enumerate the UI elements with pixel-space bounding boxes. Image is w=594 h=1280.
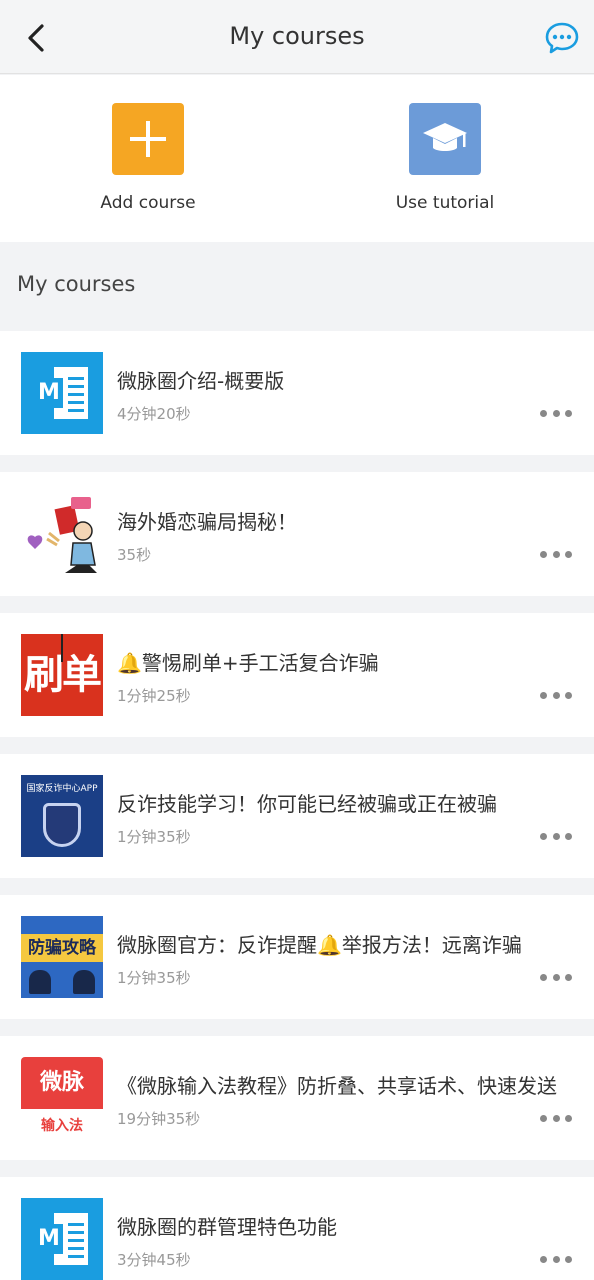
list-item[interactable]: M 微脉圈介绍-概要版 4分钟20秒: [0, 331, 594, 455]
word-doc-icon: M: [21, 1198, 103, 1280]
section-title: My courses: [17, 272, 136, 296]
more-options-icon[interactable]: [540, 1249, 572, 1269]
chat-bubble-icon[interactable]: [544, 20, 580, 56]
course-duration: 1分钟25秒: [117, 687, 191, 705]
anti-scam-guide-thumbnail: 防骗攻略: [21, 916, 103, 998]
plus-icon: [112, 103, 184, 175]
more-options-icon[interactable]: [540, 685, 572, 705]
course-title: 微脉圈的群管理特色功能: [117, 1215, 337, 1239]
course-list: M 微脉圈介绍-概要版 4分钟20秒 海外婚恋骗局揭秘！ 35秒 刷单 🔔警惕刷…: [0, 331, 594, 1280]
course-duration: 1分钟35秒: [117, 969, 191, 987]
thumb-caption: 防骗攻略: [21, 934, 103, 962]
list-item[interactable]: 刷单 🔔警惕刷单+手工活复合诈骗 1分钟25秒: [0, 613, 594, 737]
list-item[interactable]: 国家反诈中心APP 反诈技能学习！你可能已经被骗或正在被骗 1分钟35秒: [0, 754, 594, 878]
add-course-button[interactable]: Add course: [68, 103, 228, 213]
input-method-thumbnail: 微脉 输入法: [21, 1057, 103, 1139]
use-tutorial-label: Use tutorial: [395, 193, 495, 213]
list-item[interactable]: 海外婚恋骗局揭秘！ 35秒: [0, 472, 594, 596]
more-options-icon[interactable]: [540, 1108, 572, 1128]
fraud-thumbnail: 刷单: [21, 634, 103, 716]
course-title: 微脉圈介绍-概要版: [117, 369, 285, 393]
course-title: 微脉圈官方：反诈提醒🔔举报方法！远离诈骗: [117, 933, 522, 957]
more-options-icon[interactable]: [540, 544, 572, 564]
course-duration: 35秒: [117, 546, 152, 564]
course-duration: 4分钟20秒: [117, 405, 191, 423]
course-title: 海外婚恋骗局揭秘！: [117, 510, 297, 534]
shield-icon: [43, 803, 81, 847]
course-duration: 19分钟35秒: [117, 1110, 201, 1128]
add-course-label: Add course: [100, 193, 196, 213]
graduation-cap-icon: [409, 103, 481, 175]
course-duration: 1分钟35秒: [117, 828, 191, 846]
list-item[interactable]: M 微脉圈的群管理特色功能 3分钟45秒: [0, 1177, 594, 1280]
more-options-icon[interactable]: [540, 967, 572, 987]
course-duration: 3分钟45秒: [117, 1251, 191, 1269]
course-title: 🔔警惕刷单+手工活复合诈骗: [117, 651, 379, 675]
word-doc-icon: M: [21, 352, 103, 434]
thumb-caption: 国家反诈中心APP: [26, 784, 98, 794]
more-options-icon[interactable]: [540, 403, 572, 423]
page-title: My courses: [229, 22, 365, 50]
list-item[interactable]: 防骗攻略 微脉圈官方：反诈提醒🔔举报方法！远离诈骗 1分钟35秒: [0, 895, 594, 1019]
more-options-icon[interactable]: [540, 826, 572, 846]
cartoon-thumbnail: [21, 493, 103, 575]
course-title: 反诈技能学习！你可能已经被骗或正在被骗: [117, 792, 497, 816]
use-tutorial-button[interactable]: Use tutorial: [365, 103, 525, 213]
top-bar: My courses: [0, 0, 594, 74]
quick-actions: Add course Use tutorial: [0, 75, 594, 242]
thumb-subcaption: 输入法: [41, 1118, 83, 1134]
anti-fraud-app-thumbnail: 国家反诈中心APP: [21, 775, 103, 857]
list-item[interactable]: 微脉 输入法 《微脉输入法教程》防折叠、共享话术、快速发送 19分钟35秒: [0, 1036, 594, 1160]
thumb-caption: 微脉: [21, 1057, 103, 1109]
course-title: 《微脉输入法教程》防折叠、共享话术、快速发送: [117, 1074, 557, 1098]
